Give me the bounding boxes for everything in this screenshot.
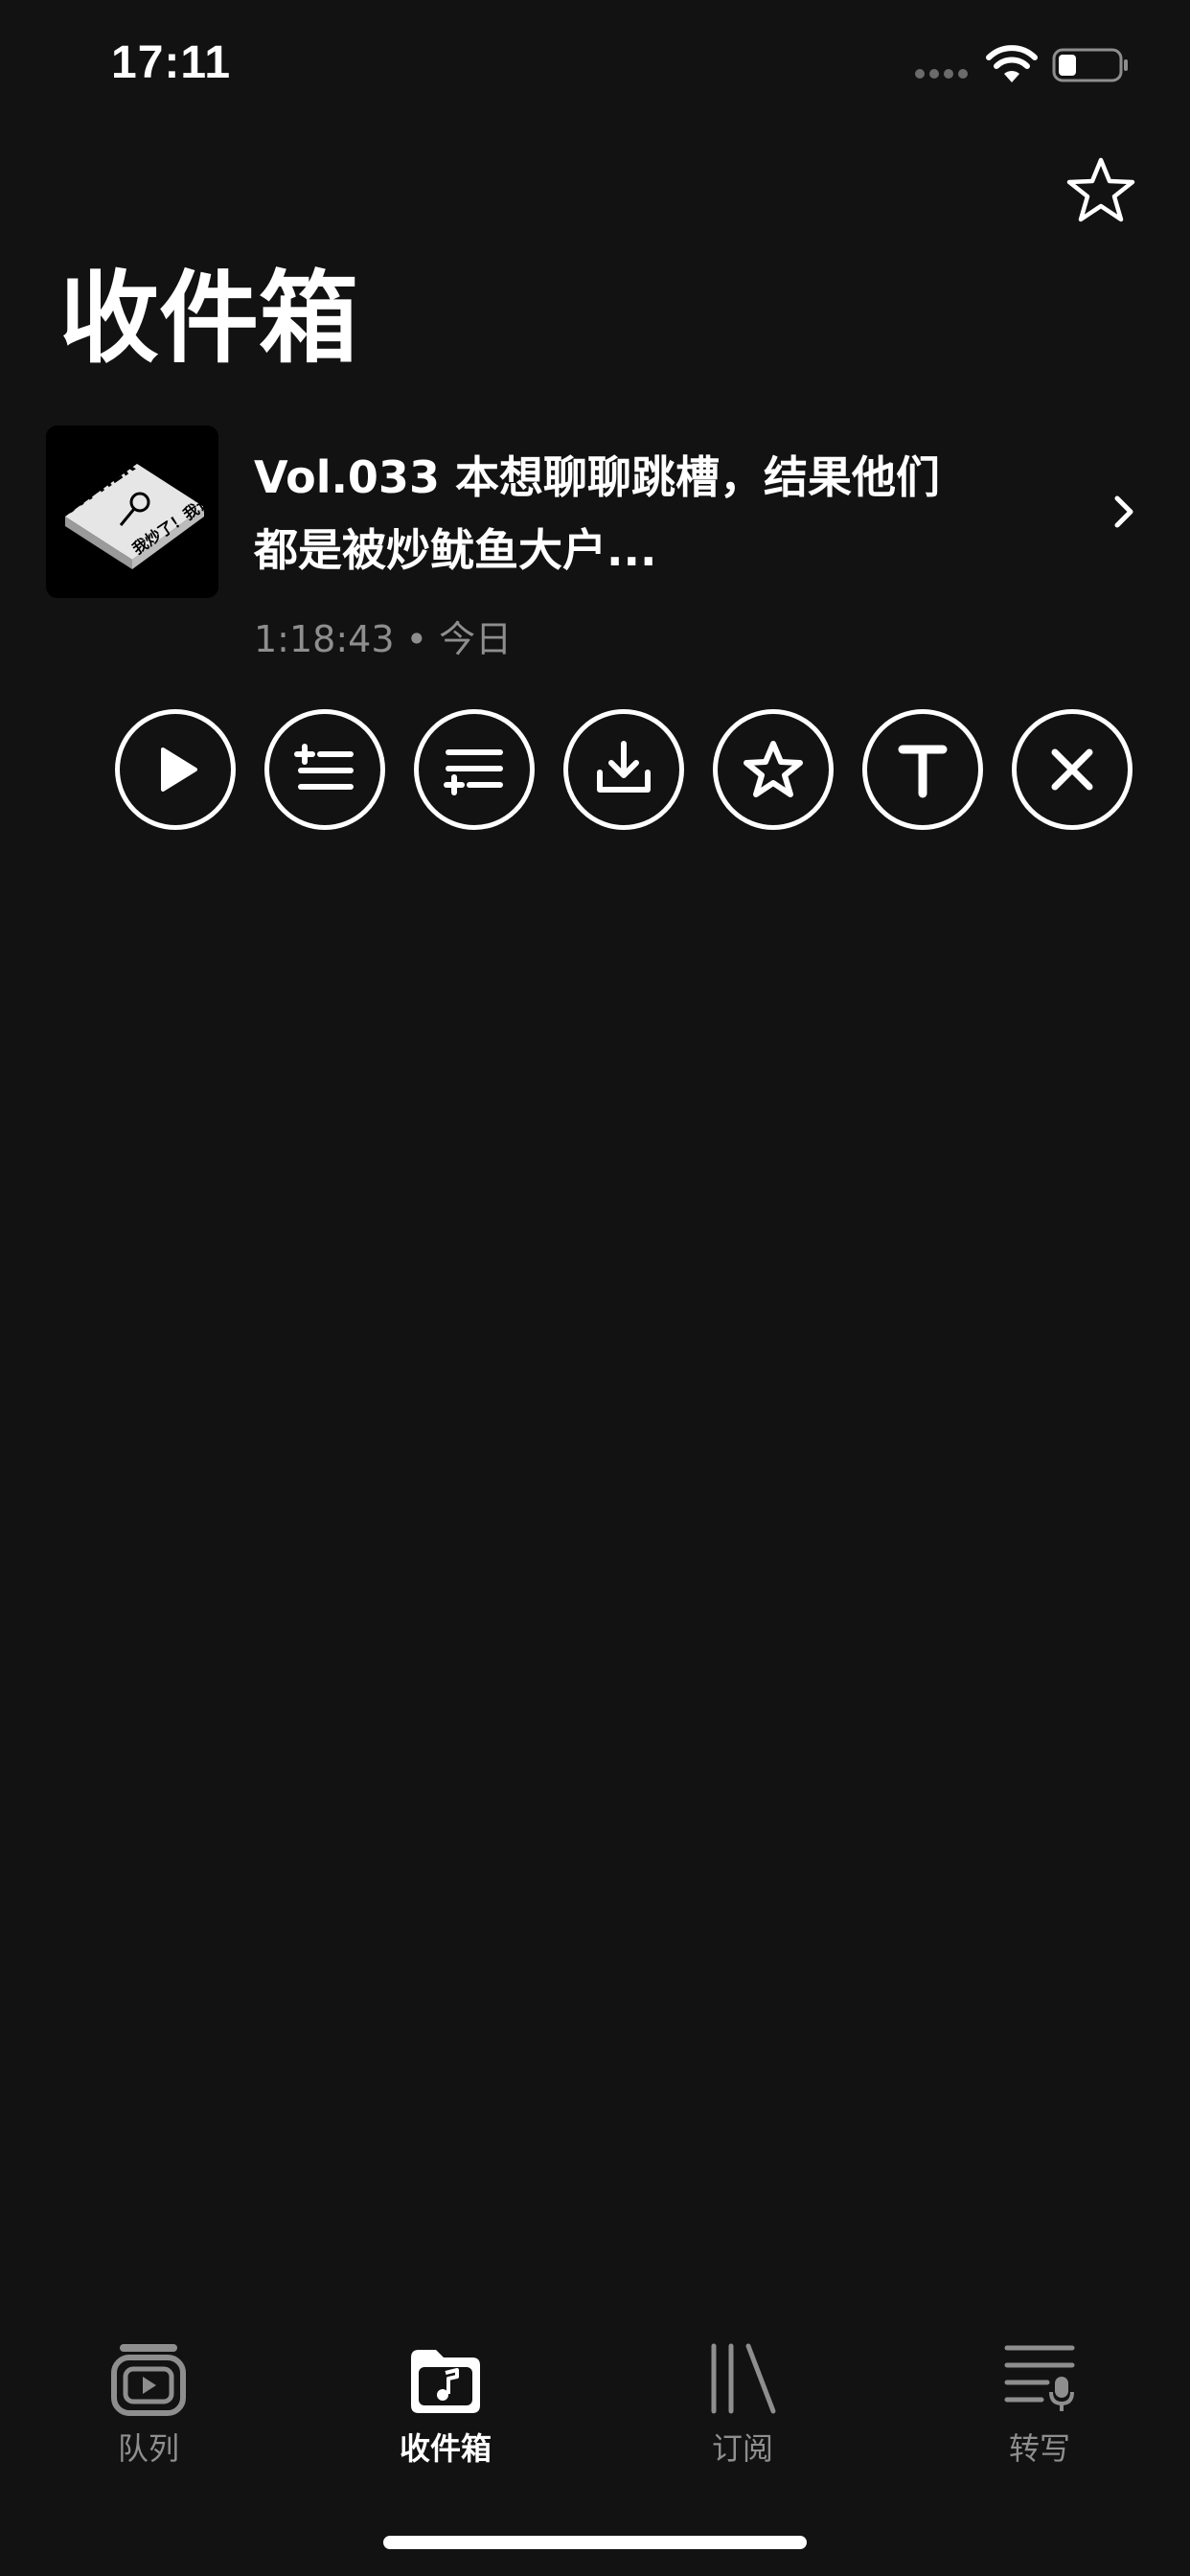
tab-transcribe-label: 转写	[1008, 2430, 1070, 2467]
episode-title: Vol.033 本想聊聊跳槽，结果他们 都是被炒鱿鱼大户...	[254, 441, 982, 586]
tab-inbox[interactable]: 收件箱	[331, 2338, 561, 2469]
queue-next-icon	[294, 744, 354, 790]
battery-icon	[1052, 48, 1128, 82]
tab-subscriptions[interactable]: 订阅	[628, 2338, 858, 2469]
episode-date: 今日	[439, 618, 513, 660]
page-title: 收件箱	[59, 260, 359, 377]
transcript-button[interactable]	[862, 709, 983, 830]
tab-transcribe[interactable]: 转写	[925, 2338, 1155, 2469]
inbox-folder-icon	[411, 2350, 480, 2413]
episode-title-line1: Vol.033 本想聊聊跳槽，结果他们	[254, 451, 940, 503]
close-icon	[1051, 748, 1093, 791]
play-last-button[interactable]	[414, 709, 535, 830]
download-button[interactable]	[563, 709, 684, 830]
queue-last-icon	[444, 749, 503, 795]
chevron-right-icon[interactable]	[1110, 491, 1138, 533]
transcript-t-icon	[898, 745, 948, 798]
episode-title-line2: 都是被炒鱿鱼大户...	[254, 524, 657, 576]
status-bar: 17:11	[0, 0, 1190, 134]
meta-separator: •	[405, 618, 428, 660]
remove-button[interactable]	[1012, 709, 1133, 830]
queue-icon	[111, 2344, 186, 2416]
tab-subscriptions-label: 订阅	[711, 2430, 773, 2467]
episode-actions	[115, 709, 1133, 830]
favorites-star-icon[interactable]	[1065, 155, 1136, 226]
episode-duration: 1:18:43	[254, 618, 395, 660]
play-icon	[161, 748, 197, 792]
play-button[interactable]	[115, 709, 236, 830]
favorite-button[interactable]	[713, 709, 834, 830]
episode-artwork: CYPHER 我炒了！我说	[46, 426, 218, 598]
cellular-signal-icon	[915, 69, 968, 79]
download-icon	[597, 741, 651, 793]
wifi-icon	[986, 45, 1038, 82]
tab-inbox-label: 收件箱	[399, 2430, 492, 2467]
tab-queue-label: 队列	[117, 2430, 179, 2467]
library-icon	[711, 2343, 776, 2414]
episode-meta: 1:18:43 • 今日	[254, 610, 512, 662]
play-next-button[interactable]	[264, 709, 385, 830]
tab-bar: 队列 收件箱 订阅 转写	[0, 2338, 1190, 2492]
episode-row[interactable]: CYPHER 我炒了！我说 Vol.033 本想聊聊跳槽，结果他们 都是被炒鱿鱼…	[0, 422, 1190, 671]
star-icon	[744, 741, 803, 797]
tab-queue[interactable]: 队列	[34, 2338, 263, 2469]
status-time: 17:11	[111, 37, 232, 88]
home-indicator	[383, 2536, 807, 2549]
transcribe-icon	[1004, 2345, 1075, 2411]
